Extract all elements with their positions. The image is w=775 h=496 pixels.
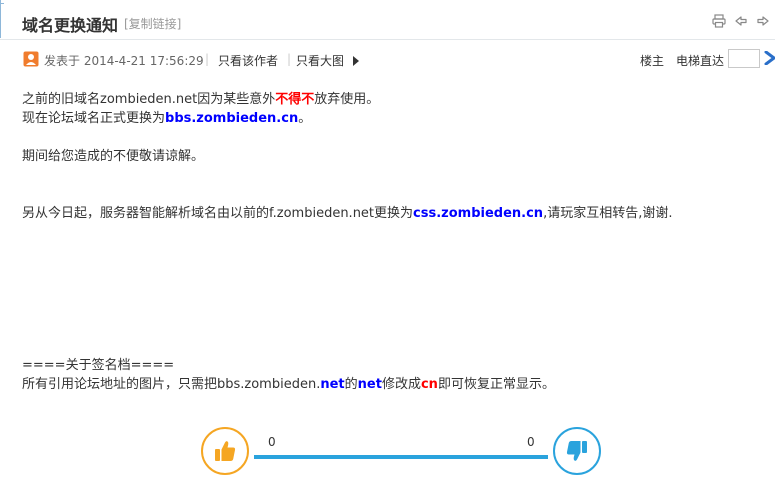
only-author-link[interactable]: 只看该作者 bbox=[218, 52, 278, 69]
thumbs-up-icon bbox=[215, 441, 236, 461]
thumbs-down-button[interactable] bbox=[553, 427, 601, 475]
vote-widget: 0 0 bbox=[201, 427, 601, 475]
only-large-images-link[interactable]: 只看大图 bbox=[296, 52, 344, 69]
new-domain-link[interactable]: bbs.zombieden.cn bbox=[165, 111, 298, 126]
online-user-icon bbox=[23, 51, 39, 67]
server-domain-link[interactable]: css.zombieden.cn bbox=[413, 206, 543, 221]
thread-title: 域名更换通知 bbox=[22, 16, 119, 35]
upvote-count: 0 bbox=[268, 435, 276, 449]
post-line: 另从今日起，服务器智能解析域名由以前的f.zombieden.net更换为css… bbox=[22, 206, 673, 221]
thumbs-up-button[interactable] bbox=[201, 427, 249, 475]
floor-jump-label: 电梯直达 bbox=[676, 54, 725, 68]
prev-thread-icon[interactable] bbox=[733, 13, 749, 29]
floor-jump-input[interactable] bbox=[728, 49, 760, 68]
print-icon[interactable] bbox=[711, 13, 727, 29]
next-thread-icon[interactable] bbox=[755, 13, 771, 29]
post-timestamp: 发表于 2014-4-21 17:56:29 bbox=[44, 54, 204, 68]
highlight-text: 不得不 bbox=[275, 92, 315, 107]
copy-link-button[interactable]: [复制链接] bbox=[124, 15, 181, 32]
post-line: 现在论坛域名正式更换为bbs.zombieden.cn。 bbox=[22, 111, 312, 126]
meta-separator: | bbox=[205, 52, 210, 66]
post-body: 之前的旧域名zombieden.net因为某些意外不得不放弃使用。 现在论坛域名… bbox=[22, 90, 762, 394]
post-line: 期间给您造成的不便敬请谅解。 bbox=[22, 149, 205, 164]
play-icon[interactable] bbox=[352, 55, 360, 66]
downvote-count: 0 bbox=[527, 435, 535, 449]
thread-tools bbox=[711, 13, 771, 29]
post-line: 所有引用论坛地址的图片，只需把bbs.zombieden.net的net修改成c… bbox=[22, 377, 555, 392]
op-label: 楼主 bbox=[640, 54, 665, 68]
post-line: ====关于签名档==== bbox=[22, 358, 175, 373]
meta-separator: | bbox=[287, 52, 292, 66]
go-arrow-icon[interactable] bbox=[764, 50, 775, 66]
thread-title-bar: 域名更换通知 [复制链接] bbox=[0, 0, 775, 40]
post-meta-bar: 发表于 2014-4-21 17:56:29 | 只看该作者 | 只看大图 楼主… bbox=[0, 40, 775, 78]
post-line: 之前的旧域名zombieden.net因为某些意外不得不放弃使用。 bbox=[22, 92, 380, 107]
thumbs-down-icon bbox=[566, 441, 587, 461]
vote-ratio-bar bbox=[254, 455, 548, 459]
